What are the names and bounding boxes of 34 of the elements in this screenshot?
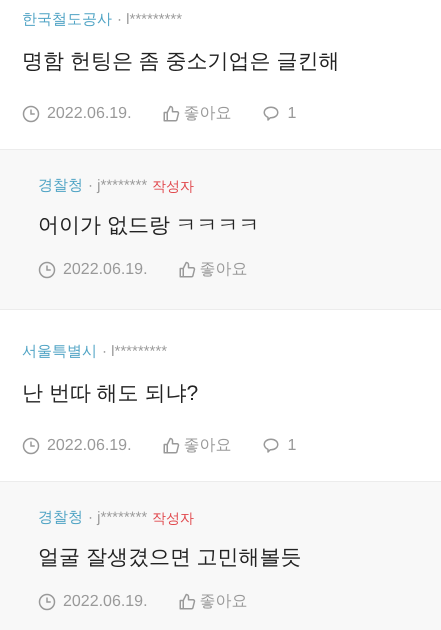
author-org[interactable]: 경찰청 [38,508,83,528]
thumbs-up-icon [162,105,180,123]
reply-count-button[interactable]: 1 [262,434,296,458]
clock-icon [22,105,40,123]
like-button[interactable]: 좋아요 [162,102,232,126]
author-id: · j******** [88,508,148,528]
author-id: · j******** [88,176,148,196]
comment-text: 어이가 없드랑 ㅋㅋㅋㅋ [38,213,261,239]
thumbs-up-icon [178,593,196,611]
comment-date: 2022.06.19. [63,260,148,280]
author-org[interactable]: 서울특별시 [22,342,97,362]
comment-date: 2022.06.19. [47,436,132,456]
author-tag: 작성자 [152,176,194,196]
thumbs-up-icon [162,437,180,455]
comment-text: 명함 헌팅은 좀 중소기업은 글킨해 [22,49,340,75]
speech-bubble-icon [262,437,280,455]
clock-icon [38,261,56,279]
author-org[interactable]: 경찰청 [38,176,83,196]
comment-text: 난 번따 해도 되냐? [22,381,200,407]
author-org[interactable]: 한국철도공사 [22,10,112,30]
clock-icon [22,437,40,455]
comment-date: 2022.06.19. [63,592,148,612]
thumbs-up-icon [178,261,196,279]
clock-icon [38,593,56,611]
comment-text: 얼굴 잘생겼으면 고민해볼듯 [38,545,303,571]
author-id: · l********* [117,10,182,30]
like-button[interactable]: 좋아요 [162,434,232,458]
speech-bubble-icon [262,105,280,123]
like-button[interactable]: 좋아요 [178,590,248,614]
comment-date: 2022.06.19. [47,104,132,124]
author-tag: 작성자 [152,508,194,528]
reply-count-button[interactable]: 1 [262,102,296,126]
author-id: · l********* [102,342,168,362]
like-button[interactable]: 좋아요 [178,258,248,282]
